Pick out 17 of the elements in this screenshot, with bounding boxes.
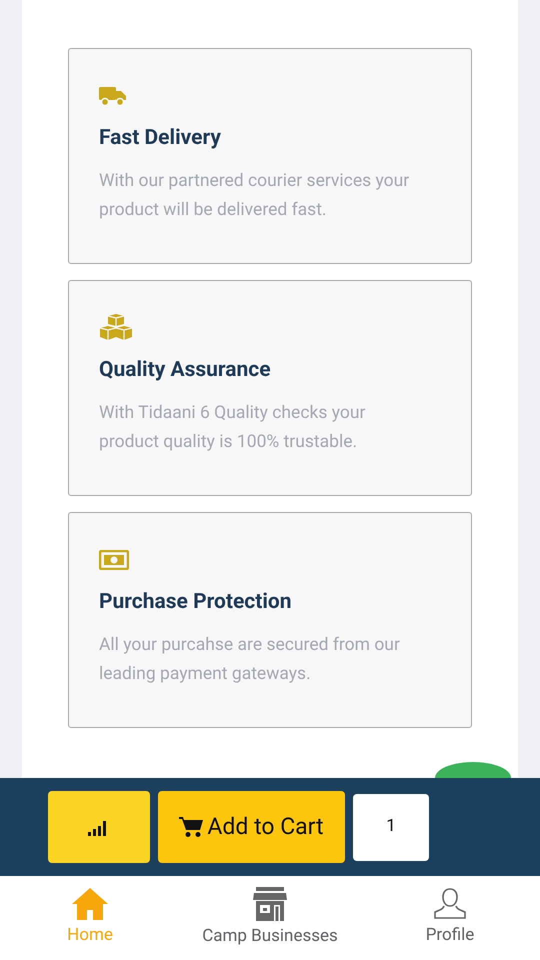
- feature-title: Quality Assurance: [99, 357, 272, 384]
- add-to-cart-button[interactable]: Add to Cart: [158, 791, 345, 863]
- storefront-icon: [252, 886, 288, 922]
- feature-description: With our partnered courier services your product will be delivered fast.: [99, 170, 410, 222]
- feature-title: Fast Delivery: [99, 125, 222, 152]
- quantity-field[interactable]: 1: [353, 794, 429, 860]
- person-icon: [433, 887, 467, 922]
- banknote-icon: [99, 550, 129, 570]
- feature-description: With Tidaani 6 Quality checks your product quality is 100% trustable.: [99, 402, 366, 454]
- feature-title: Purchase Protection: [99, 589, 293, 616]
- feature-description: All your purcahse are secured from our leading payment gateways.: [99, 634, 401, 686]
- truck-icon: [99, 85, 127, 107]
- nav-tab[interactable]: Camp Businesses: [180, 886, 360, 950]
- cart-icon: [179, 816, 204, 838]
- nav-tab[interactable]: Profile: [360, 887, 540, 949]
- boxes-icon: [99, 314, 133, 342]
- home-icon: [71, 887, 109, 922]
